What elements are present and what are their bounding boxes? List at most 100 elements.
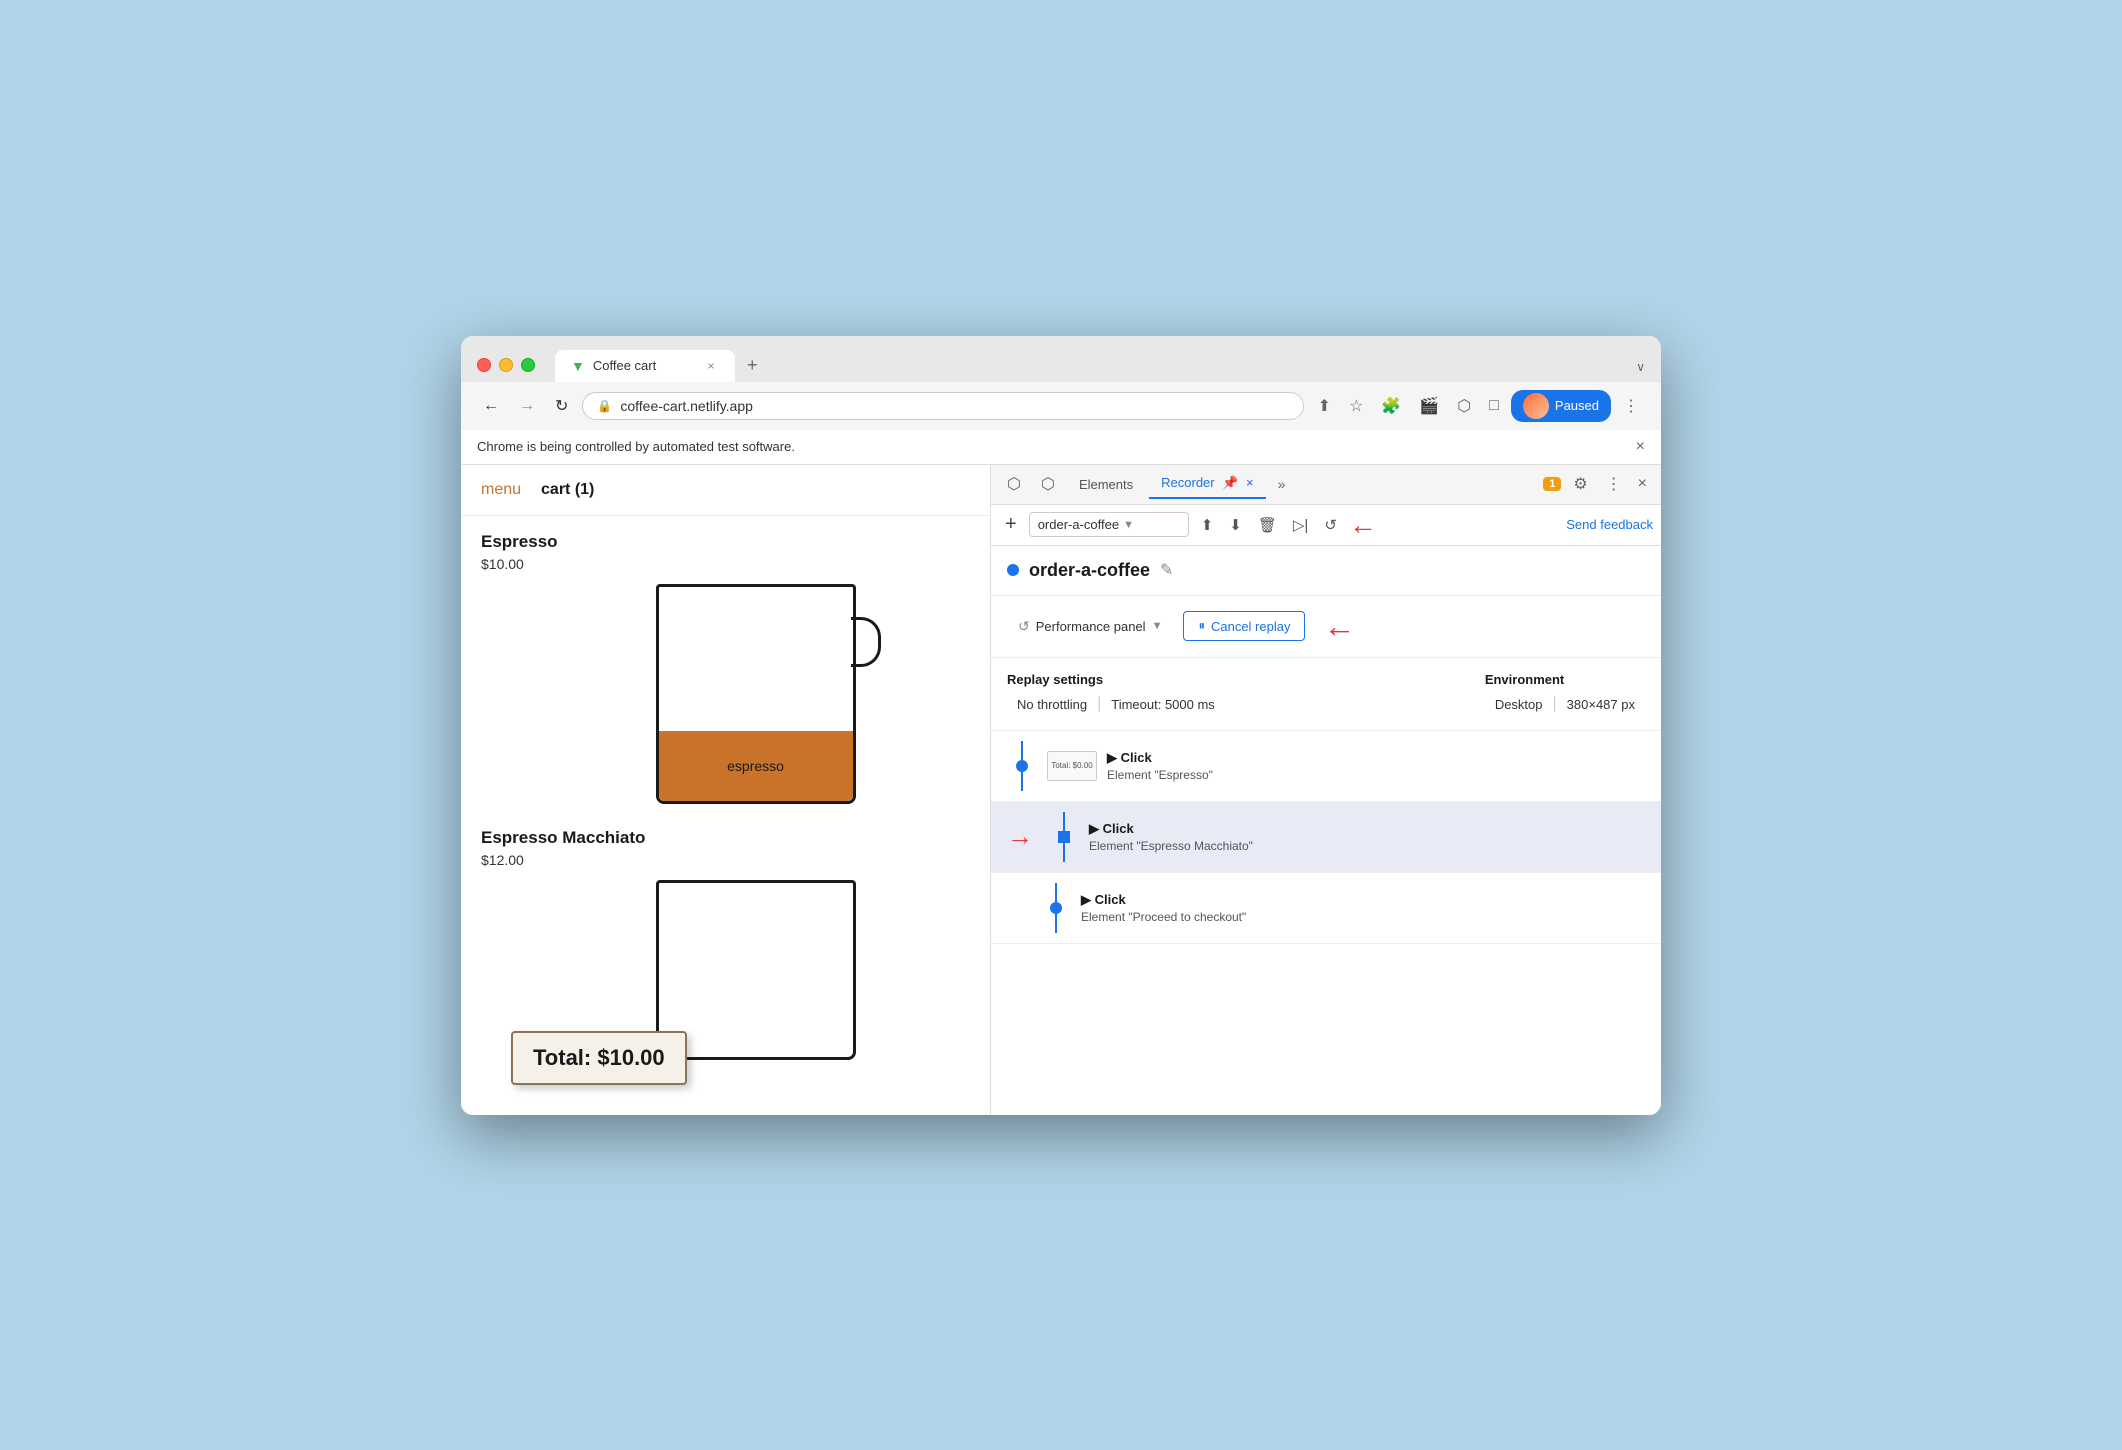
menu-link[interactable]: menu xyxy=(481,481,521,499)
espresso-product: Espresso $10.00 espresso xyxy=(481,532,970,804)
avatar xyxy=(1523,393,1549,419)
tab-recorder[interactable]: Recorder 📌 × xyxy=(1149,469,1266,499)
step-1-timeline xyxy=(1007,741,1037,791)
devtools-more-button[interactable]: ⋮ xyxy=(1600,470,1628,498)
delete-button[interactable]: 🗑 xyxy=(1252,512,1283,538)
replay-settings-col: Replay settings No throttling | Timeout:… xyxy=(1007,672,1225,716)
coffee-fill: espresso xyxy=(659,731,853,801)
step-2-desc: Element "Espresso Macchiato" xyxy=(1089,839,1645,853)
recording-name: order-a-coffee xyxy=(1029,560,1150,581)
new-tab-button[interactable]: + xyxy=(735,348,770,382)
step-2-timeline xyxy=(1049,812,1079,862)
step-3-content: ▶ Click Element "Proceed to checkout" xyxy=(1081,892,1645,924)
cancel-replay-label: Cancel replay xyxy=(1211,619,1291,634)
settings-area: Replay settings No throttling | Timeout:… xyxy=(991,658,1661,731)
replay-controls: ↺ Performance panel ▼ ⏸ Cancel replay ← xyxy=(991,596,1661,658)
step-1[interactable]: Total: $0.00 ▶ Click Element "Espresso" xyxy=(991,731,1661,802)
perf-panel-label: Performance panel xyxy=(1036,619,1146,634)
tab-close-button[interactable]: × xyxy=(703,358,719,374)
toolbar: ← → ↻ 🔒 coffee-cart.netlify.app ⬆ ☆ 🧩 🎬 … xyxy=(461,382,1661,430)
maximize-button[interactable] xyxy=(521,358,535,372)
espresso-name: Espresso xyxy=(481,532,970,552)
performance-panel-button[interactable]: ↺ Performance panel ▼ xyxy=(1007,611,1173,642)
step-2-content: ▶ Click Element "Espresso Macchiato" xyxy=(1089,821,1645,853)
inspector-icon-button[interactable]: ⬡ xyxy=(999,470,1029,498)
split-view-button[interactable]: ⬡ xyxy=(1451,392,1477,420)
cart-link[interactable]: cart (1) xyxy=(541,481,594,499)
devtools-settings-button[interactable]: ⚙ xyxy=(1565,470,1595,498)
paused-label: Paused xyxy=(1555,398,1599,413)
active-tab[interactable]: ▼ Coffee cart × xyxy=(555,350,735,382)
recording-status-dot xyxy=(1007,564,1019,576)
step-1-desc: Element "Espresso" xyxy=(1107,768,1645,782)
chevron-down-icon: ▼ xyxy=(1123,519,1134,531)
forward-button[interactable]: → xyxy=(513,393,541,419)
toolbar-actions: ⬆ ☆ 🧩 🎬 ⬡ □ Paused ⋮ xyxy=(1312,390,1645,422)
no-throttling-value: No throttling xyxy=(1007,693,1097,716)
step-2[interactable]: → ▶ Click Element "Espresso Macchiato" xyxy=(991,802,1661,873)
recorder-action-buttons: ⬆ ⬇ 🗑 ▷| ↺ xyxy=(1195,512,1343,538)
step-2-arrow: → xyxy=(1007,821,1033,852)
toolbar-arrow-indicator: ← xyxy=(1349,511,1377,539)
traffic-lights xyxy=(477,358,535,372)
perf-panel-icon: ↺ xyxy=(1018,618,1030,635)
chrome-menu-button[interactable]: ⋮ xyxy=(1617,392,1645,420)
browser-window: ▼ Coffee cart × + ∨ ← → ↻ 🔒 coffee-cart.… xyxy=(461,336,1661,1115)
macchiato-name: Espresso Macchiato xyxy=(481,828,970,848)
import-button[interactable]: ⬇ xyxy=(1223,512,1248,538)
resolution-value: 380×487 px xyxy=(1557,693,1645,716)
address-bar[interactable]: 🔒 coffee-cart.netlify.app xyxy=(582,392,1303,420)
automation-banner-text: Chrome is being controlled by automated … xyxy=(477,439,795,454)
send-feedback-link[interactable]: Send feedback xyxy=(1566,517,1653,532)
step-3[interactable]: ▶ Click Element "Proceed to checkout" xyxy=(991,873,1661,944)
banner-close-button[interactable]: × xyxy=(1636,438,1645,456)
steps-area: Total: $0.00 ▶ Click Element "Espresso" … xyxy=(991,731,1661,1115)
minimize-button[interactable] xyxy=(499,358,513,372)
share-button[interactable]: ⬆ xyxy=(1312,392,1337,420)
tab-menu-button[interactable]: ∨ xyxy=(1636,360,1645,382)
close-button[interactable] xyxy=(477,358,491,372)
espresso-cup[interactable]: espresso xyxy=(656,584,856,804)
device-toolbar-button[interactable]: ⬡ xyxy=(1033,470,1063,498)
title-bar: ▼ Coffee cart × + ∨ xyxy=(461,336,1661,382)
tabs-area: ▼ Coffee cart × + ∨ xyxy=(555,348,1645,382)
edit-name-icon[interactable]: ✎ xyxy=(1160,560,1173,580)
sidebar-button[interactable]: □ xyxy=(1483,393,1505,419)
back-button[interactable]: ← xyxy=(477,393,505,419)
replay-button[interactable]: ▷| xyxy=(1287,512,1314,538)
step-3-timeline xyxy=(1041,883,1071,933)
app-panel: menu cart (1) Espresso $10.00 espresso xyxy=(461,465,991,1115)
main-content: menu cart (1) Espresso $10.00 espresso xyxy=(461,465,1661,1115)
more-tabs-button[interactable]: » xyxy=(1270,472,1294,496)
step-2-action: ▶ Click xyxy=(1089,821,1645,837)
environment-label: Environment xyxy=(1485,672,1645,687)
tab-elements[interactable]: Elements xyxy=(1067,471,1145,498)
export-button[interactable]: ⬆ xyxy=(1195,512,1220,538)
devtools-recording-button[interactable]: 🎬 xyxy=(1413,392,1445,420)
paused-badge: Paused xyxy=(1511,390,1611,422)
step-1-thumbnail: Total: $0.00 xyxy=(1047,751,1097,781)
bookmark-button[interactable]: ☆ xyxy=(1343,392,1369,420)
recording-select[interactable]: order-a-coffee ▼ xyxy=(1029,512,1189,537)
step-3-action: ▶ Click xyxy=(1081,892,1645,908)
tab-title: Coffee cart xyxy=(593,358,695,373)
recording-select-value: order-a-coffee xyxy=(1038,517,1119,532)
total-overlay: Total: $10.00 xyxy=(511,1031,687,1085)
devtools-tabs: ⬡ ⬡ Elements Recorder 📌 × » 1 ⚙ ⋮ × xyxy=(991,465,1661,505)
slow-replay-button[interactable]: ↺ xyxy=(1318,512,1343,538)
reload-button[interactable]: ↻ xyxy=(549,392,574,420)
issue-badge[interactable]: 1 xyxy=(1543,477,1561,491)
replay-arrow-indicator: ← xyxy=(1323,608,1355,645)
timeout-value: Timeout: 5000 ms xyxy=(1101,693,1225,716)
devtools-panel: ⬡ ⬡ Elements Recorder 📌 × » 1 ⚙ ⋮ × xyxy=(991,465,1661,1115)
add-recording-button[interactable]: + xyxy=(999,511,1023,538)
environment-col: Environment Desktop | 380×487 px xyxy=(1485,672,1645,716)
step-1-action: ▶ Click xyxy=(1107,750,1645,766)
macchiato-product: Espresso Macchiato $12.00 xyxy=(481,828,970,1060)
step-1-content: ▶ Click Element "Espresso" xyxy=(1107,750,1645,782)
environment-values: Desktop | 380×487 px xyxy=(1485,693,1645,716)
devtools-close-button[interactable]: × xyxy=(1632,471,1653,497)
cancel-replay-button[interactable]: ⏸ Cancel replay xyxy=(1183,611,1305,641)
app-nav: menu cart (1) xyxy=(461,465,990,516)
extensions-button[interactable]: 🧩 xyxy=(1375,392,1407,420)
